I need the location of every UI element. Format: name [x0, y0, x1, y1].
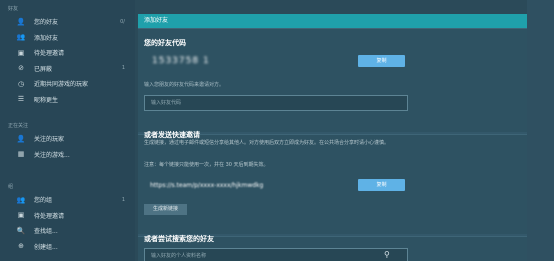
sidebar-item-label: 已屏蔽 [34, 65, 53, 73]
sidebar-item-pending-invites[interactable]: ▣ 待处理邀请 [0, 45, 135, 61]
quick-invite-description: 生成链接，通过电子邮件或短信分享给其他人。对方使用后双方立即成为好友。在公共场合… [144, 140, 390, 146]
section-heading: 好友 [8, 6, 19, 12]
count-badge: 1 [121, 196, 125, 203]
right-panel [527, 0, 554, 261]
sidebar-item-recent-players[interactable]: ◷ 近期共同游戏的玩家 [0, 76, 135, 92]
quick-invite-note: 注意：每个链接只能使用一次，并在 30 天后到期失效。 [144, 162, 269, 168]
recent-icon: ◷ [17, 79, 25, 88]
sidebar-item-label: 查找组... [34, 228, 58, 236]
sidebar-section-groups: 组 👥 您的组 1 ▣ 待处理邀请 🔍 查找组... ⊕ 创建组... [0, 182, 135, 254]
sidebar: 好友 👤 您的好友 0/ 👥 添加好友 ▣ 待处理邀请 ⊘ 已屏蔽 1 ◷ 近期… [0, 0, 135, 261]
invite-link: https://s.team/p/xxxx-xxxx/hjkmwdkg [150, 182, 264, 189]
count-badge: 1 [121, 65, 125, 72]
user-icon: 👤 [16, 17, 26, 26]
nickname-icon: ☰ [17, 95, 25, 104]
group-icon: 👥 [16, 195, 26, 204]
friend-code-input[interactable]: 输入好友代码 [144, 95, 408, 111]
copy-code-button[interactable]: 复制 [358, 55, 405, 67]
find-group-icon: 🔍 [16, 226, 26, 235]
sidebar-item-your-friends[interactable]: 👤 您的好友 0/ [0, 14, 135, 30]
followed-games-icon: ▦ [17, 150, 25, 159]
search-icon[interactable]: ⚲ [384, 250, 390, 259]
sidebar-section-following: 正在关注 👤 关注的玩家 ▦ 关注的游戏... [0, 121, 135, 162]
sidebar-item-add-friend[interactable]: 👥 添加好友 [0, 30, 135, 46]
generate-link-button[interactable]: 生成新链接 [144, 204, 187, 215]
sidebar-item-label: 您的好友 [34, 19, 59, 27]
sidebar-item-label: 近期共同游戏的玩家 [34, 81, 89, 89]
section-heading: 正在关注 [8, 123, 29, 129]
section-heading: 组 [8, 184, 14, 190]
copy-link-button[interactable]: 复制 [358, 179, 405, 191]
sidebar-item-label: 添加好友 [34, 34, 59, 42]
friend-code-value: 1533758 1 [152, 56, 210, 66]
create-group-icon: ⊕ [18, 242, 24, 251]
blocked-icon: ⊘ [18, 64, 24, 73]
sidebar-item-label: 待处理邀请 [34, 212, 65, 220]
sidebar-item-followed-games[interactable]: ▦ 关注的游戏... [0, 147, 135, 163]
add-user-icon: 👥 [16, 33, 26, 42]
sidebar-item-blocked[interactable]: ⊘ 已屏蔽 1 [0, 61, 135, 77]
sidebar-item-nicknames[interactable]: ☰ 昵称更生 [0, 92, 135, 108]
sidebar-item-label: 待处理邀请 [34, 50, 65, 58]
sidebar-item-followed-players[interactable]: 👤 关注的玩家 [0, 131, 135, 147]
sidebar-item-label: 昵称更生 [34, 96, 59, 104]
count-badge: 0/ [120, 18, 125, 25]
friend-search-input[interactable]: 输入好友的个人资料名称 [144, 248, 408, 261]
sidebar-section-friends: 好友 👤 您的好友 0/ 👥 添加好友 ▣ 待处理邀请 ⊘ 已屏蔽 1 ◷ 近期… [0, 4, 135, 107]
panel-content: 您的好友代码 1533758 1 复制 输入您朋友的好友代码来邀请对方。 输入好… [138, 0, 527, 261]
sidebar-item-label: 关注的游戏... [34, 151, 70, 159]
pending-group-icon: ▣ [17, 211, 25, 220]
sidebar-item-label: 关注的玩家 [34, 136, 65, 144]
friend-code-title: 您的好友代码 [144, 39, 186, 47]
followed-players-icon: 👤 [16, 134, 26, 143]
sidebar-item-group-invites[interactable]: ▣ 待处理邀请 [0, 208, 135, 224]
sidebar-item-your-groups[interactable]: 👥 您的组 1 [0, 192, 135, 208]
quick-invite-title: 或者发送快速邀请 [144, 131, 200, 139]
sidebar-item-label: 创建组... [34, 243, 58, 251]
search-title: 或者尝试搜索您的好友 [144, 235, 214, 243]
pending-icon: ▣ [17, 48, 25, 57]
sidebar-item-find-group[interactable]: 🔍 查找组... [0, 223, 135, 239]
friend-code-hint: 输入您朋友的好友代码来邀请对方。 [144, 82, 225, 88]
sidebar-item-label: 您的组 [34, 197, 53, 205]
sidebar-item-create-group[interactable]: ⊕ 创建组... [0, 239, 135, 255]
